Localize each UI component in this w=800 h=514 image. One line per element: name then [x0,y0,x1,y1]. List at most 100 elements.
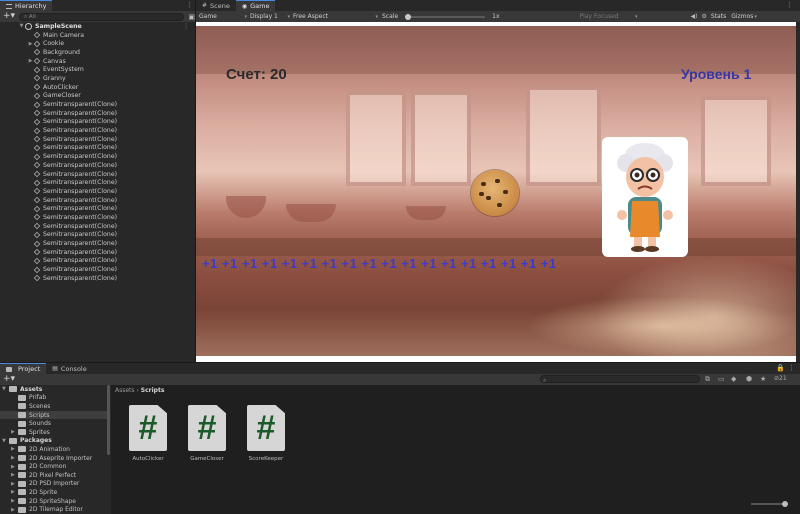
stats-button[interactable]: Stats [711,13,726,20]
hierarchy-menu-icon[interactable]: ⋮ [186,2,193,9]
hierarchy-item[interactable]: Semitransparent(Clone) [0,239,195,248]
hierarchy-item[interactable]: Semitransparent(Clone) [0,257,195,266]
expand-arrow-icon[interactable]: ▶ [11,507,18,513]
folder-icon [6,366,12,372]
hierarchy-item[interactable]: Background [0,48,195,57]
expand-arrow-icon[interactable]: ▼ [2,438,9,444]
hierarchy-item[interactable]: Main Camera [0,31,195,40]
hierarchy-item[interactable]: Semitransparent(Clone) [0,126,195,135]
scene-visibility-icon[interactable]: ▣ [188,13,195,21]
hierarchy-item[interactable]: Semitransparent(Clone) [0,265,195,274]
collapse-arrow-icon[interactable]: ▼ [18,23,25,29]
folder-tree-item[interactable]: Scripts [0,410,110,420]
expand-arrow-icon[interactable]: ▶ [11,446,18,452]
hierarchy-item[interactable]: Granny [0,74,195,83]
tab-game[interactable]: ◉ Game [235,0,276,11]
hierarchy-item[interactable]: ▶ Canvas [0,57,195,66]
folder-tree-item[interactable]: ▼ Packages [0,437,110,446]
search-by-type-icon[interactable]: ⧉ [705,375,710,384]
hierarchy-search-input[interactable]: ⌕ All [19,12,185,21]
tab-console[interactable]: ▤ Console [46,363,93,374]
folder-tree-item[interactable]: ▶ 2D Animation [0,445,110,454]
game-mode-dropdown[interactable]: Game ▾ [199,13,247,20]
tab-hierarchy[interactable]: Hierarchy [0,0,53,11]
hierarchy-scene-row[interactable]: ▼ SampleScene ⋮ [0,22,195,31]
favorite-star-icon[interactable]: ★ [760,375,766,383]
gizmos-dropdown[interactable]: Gizmos [731,13,753,20]
hierarchy-item[interactable]: Semitransparent(Clone) [0,187,195,196]
hierarchy-item[interactable]: Semitransparent(Clone) [0,274,195,283]
package-icon[interactable]: ⬢ [746,375,752,383]
hierarchy-item[interactable]: Semitransparent(Clone) [0,213,195,222]
project-menu-icon[interactable]: ⋮ [788,365,795,372]
folder-tree-item[interactable]: Prifab [0,394,110,403]
tab-scene[interactable]: # Scene [196,0,236,11]
expand-arrow-icon[interactable]: ▶ [11,472,18,478]
tag-icon[interactable]: ◆ [731,375,736,383]
hierarchy-item[interactable]: Semitransparent(Clone) [0,170,195,179]
folder-tree-item[interactable]: ▶ 2D Aseprite Importer [0,454,110,463]
folder-tree-item[interactable]: ▶ 2D Common [0,462,110,471]
scale-slider-handle[interactable] [405,13,412,20]
aspect-dropdown[interactable]: Free Aspect ▾ [293,13,378,20]
project-search-input[interactable]: ⌕ [540,375,700,384]
folder-tree-item[interactable]: ▶ 2D Tilemap Editor [0,505,110,514]
folder-tree-item[interactable]: ▶ Sprites [0,428,110,437]
game-view-menu-icon[interactable]: ⋮ [786,2,793,9]
icon-size-handle[interactable] [782,501,788,507]
add-object-button[interactable]: +▾ [3,12,15,21]
folder-tree-item[interactable]: ▶ 2D Sprite [0,488,110,497]
folder-tree-item[interactable]: ▶ 2D PSD Importer [0,480,110,489]
hierarchy-item[interactable]: Semitransparent(Clone) [0,118,195,127]
folder-tree-scrollbar[interactable] [107,385,110,455]
hierarchy-item[interactable]: Semitransparent(Clone) [0,135,195,144]
folder-tree-item[interactable]: ▶ 2D Pixel Perfect [0,471,110,480]
scale-slider[interactable] [405,13,486,20]
hierarchy-item[interactable]: Semitransparent(Clone) [0,231,195,240]
hierarchy-item[interactable]: ▶ Cookie [0,39,195,48]
script-asset[interactable]: # ScoreKeeper [241,405,291,462]
folder-tree-item[interactable]: ▼ Assets [0,385,110,394]
hierarchy-item[interactable]: Semitransparent(Clone) [0,152,195,161]
lock-icon[interactable]: 🔒 [776,365,785,372]
folder-tree-item[interactable]: ▶ 2D SpriteShape [0,497,110,506]
hierarchy-item[interactable]: Semitransparent(Clone) [0,100,195,109]
expand-arrow-icon[interactable]: ▶ [11,455,18,461]
hierarchy-item[interactable]: Semitransparent(Clone) [0,222,195,231]
icon-size-slider[interactable] [751,501,788,507]
create-asset-button[interactable]: +▾ [3,375,15,384]
gizmo-toggle-icon[interactable]: ⚙ [702,13,707,20]
hierarchy-item[interactable]: Semitransparent(Clone) [0,248,195,257]
hierarchy-item[interactable]: Semitransparent(Clone) [0,144,195,153]
hierarchy-item[interactable]: GameCloser [0,92,195,101]
expand-arrow-icon[interactable]: ▶ [11,481,18,487]
breadcrumb-scripts[interactable]: Scripts [141,387,165,394]
folder-tree-item[interactable]: Sounds [0,419,110,428]
hierarchy-item[interactable]: AutoClicker [0,83,195,92]
granny-character[interactable] [602,137,688,257]
script-asset[interactable]: # GameCloser [182,405,232,462]
hierarchy-item[interactable]: Semitransparent(Clone) [0,178,195,187]
tab-project[interactable]: Project [0,363,47,374]
play-mode-dropdown[interactable]: Play Focused ▾ [580,13,638,20]
script-asset[interactable]: # AutoClicker [123,405,173,462]
display-dropdown[interactable]: Display 1 ▾ [250,13,290,20]
breadcrumb-assets[interactable]: Assets [115,387,135,394]
search-by-label-icon[interactable]: ▭ [718,375,725,383]
game-viewport[interactable]: Счет: 20 Уровень 1 +1 +1 +1 +1 +1 +1 +1 … [196,22,796,362]
cookie-button[interactable] [471,170,519,216]
expand-arrow-icon[interactable]: ▼ [2,386,9,392]
hierarchy-item[interactable]: Semitransparent(Clone) [0,196,195,205]
expand-arrow-icon[interactable]: ▶ [11,489,18,495]
folder-tree-item[interactable]: Scenes [0,402,110,411]
hierarchy-item[interactable]: Semitransparent(Clone) [0,204,195,213]
mute-audio-icon[interactable]: ◀) [691,13,698,20]
hidden-packages-toggle[interactable]: ⊘21 [774,375,787,382]
hierarchy-item[interactable]: Semitransparent(Clone) [0,161,195,170]
hierarchy-item[interactable]: EventSystem [0,65,195,74]
expand-arrow-icon[interactable]: ▶ [11,498,18,504]
hierarchy-item[interactable]: Semitransparent(Clone) [0,109,195,118]
scene-menu-icon[interactable]: ⋮ [183,23,189,30]
expand-arrow-icon[interactable]: ▶ [11,464,18,470]
expand-arrow-icon[interactable]: ▶ [11,429,18,435]
